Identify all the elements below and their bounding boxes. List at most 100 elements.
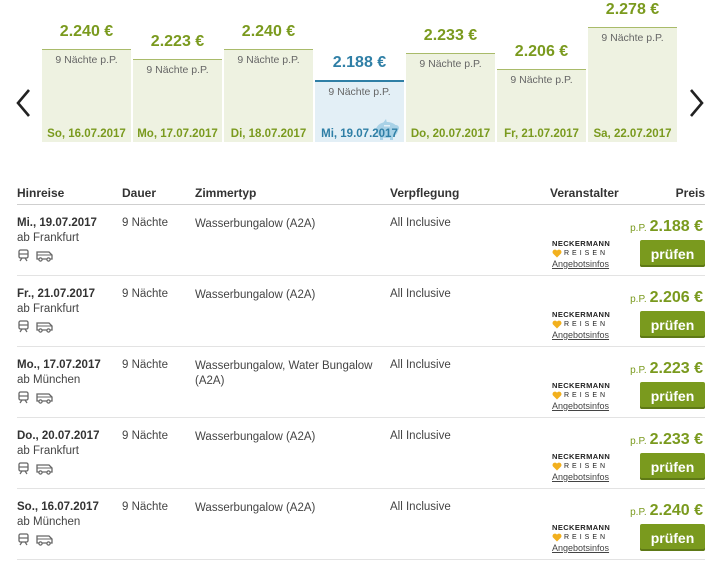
calendar-next-button[interactable] (686, 86, 708, 120)
row-duration: 9 Nächte (122, 501, 169, 513)
offer-info-link[interactable]: Angebotsinfos (552, 259, 622, 269)
row-board-type: All Inclusive (390, 430, 451, 442)
check-offer-button[interactable]: prüfen (640, 240, 705, 267)
operator-logo[interactable]: NECKERMANN REISEN Angebotsinfos (552, 523, 622, 553)
train-icon (18, 462, 29, 475)
header-preis: Preis (675, 186, 705, 200)
row-duration: 9 Nächte (122, 288, 169, 300)
calendar-day-price: 2.233 € (423, 27, 478, 44)
row-departure-airport: ab Frankfurt (17, 445, 79, 457)
offer-info-link[interactable]: Angebotsinfos (552, 543, 622, 553)
calendar-day[interactable]: 2.206 € 9 Nächte p.P. Fr, 21.07.2017 (497, 43, 586, 142)
check-offer-button[interactable]: prüfen (640, 524, 705, 551)
chevron-right-icon (690, 89, 704, 117)
calendar-day-price: 2.223 € (150, 33, 205, 50)
row-duration: 9 Nächte (122, 359, 169, 371)
row-transfer-icons (17, 320, 54, 333)
row-transfer-icons (17, 533, 54, 546)
check-offer-button[interactable]: prüfen (640, 311, 705, 338)
operator-logo[interactable]: NECKERMANN REISEN Angebotsinfos (552, 452, 622, 482)
calendar-day-note: 9 Nächte p.P. (55, 54, 118, 66)
calendar-day[interactable]: 2.240 € 9 Nächte p.P. So, 16.07.2017 (42, 23, 131, 142)
check-offer-button[interactable]: prüfen (640, 453, 705, 480)
price-per-person-label: p.P. (630, 436, 647, 447)
calendar-day-date: So, 16.07.2017 (47, 128, 126, 140)
operator-logo[interactable]: NECKERMANN REISEN Angebotsinfos (552, 310, 622, 340)
calendar-day[interactable]: 2.240 € 9 Nächte p.P. Di, 18.07.2017 (224, 23, 313, 142)
bus-icon (36, 464, 53, 475)
row-duration: 9 Nächte (122, 217, 169, 229)
calendar-prev-button[interactable] (12, 86, 34, 120)
calendar-day-bar: 9 Nächte p.P. So, 16.07.2017 (42, 49, 131, 142)
calendar-day-date: Mi, 19.07.2017 (321, 128, 398, 140)
price-per-person-label: p.P. (630, 365, 647, 376)
heart-icon (552, 391, 562, 400)
offer-info-link[interactable]: Angebotsinfos (552, 401, 622, 411)
calendar-day-date: Fr, 21.07.2017 (504, 128, 579, 140)
calendar-day[interactable]: 2.233 € 9 Nächte p.P. Do, 20.07.2017 (406, 27, 495, 142)
operator-sub-label: REISEN (564, 463, 609, 470)
check-offer-button[interactable]: prüfen (640, 382, 705, 409)
row-transfer-icons (17, 462, 54, 475)
operator-sub: REISEN (552, 391, 622, 400)
row-departure-airport: ab München (17, 374, 81, 386)
calendar-day-date: Do, 20.07.2017 (410, 128, 491, 140)
operator-sub-label: REISEN (564, 392, 609, 399)
calendar-day-note: 9 Nächte p.P. (601, 32, 664, 44)
row-duration: 9 Nächte (122, 430, 169, 442)
row-room-type: Wasserbungalow (A2A) (195, 502, 316, 514)
calendar-day-note: 9 Nächte p.P. (510, 74, 573, 86)
results-table: Hinreise Dauer Zimmertyp Verpflegung Ver… (17, 183, 705, 560)
calendar-day-note: 9 Nächte p.P. (419, 58, 482, 70)
price-value: 2.223 € (649, 360, 703, 377)
calendar-day[interactable]: 2.278 € 9 Nächte p.P. Sa, 22.07.2017 (588, 1, 677, 142)
calendar-day[interactable]: 2.223 € 9 Nächte p.P. Mo, 17.07.2017 (133, 33, 222, 142)
header-zimmertyp: Zimmertyp (195, 186, 257, 200)
train-icon (18, 249, 29, 262)
calendar-day-price: 2.188 € (332, 54, 387, 71)
operator-logo[interactable]: NECKERMANN REISEN Angebotsinfos (552, 239, 622, 269)
train-icon (18, 320, 29, 333)
row-departure-airport: ab Frankfurt (17, 232, 79, 244)
operator-name: NECKERMANN (552, 452, 611, 461)
row-price: p.P. 2.188 € (630, 218, 703, 236)
row-price: p.P. 2.240 € (630, 502, 703, 520)
table-row: Fr., 21.07.2017 ab Frankfurt 9 Nächte Wasse… (17, 276, 705, 347)
table-header: Hinreise Dauer Zimmertyp Verpflegung Ver… (17, 183, 705, 205)
table-row: Mo., 17.07.2017 ab München 9 Nächte Wasserb… (17, 347, 705, 418)
header-hinreise: Hinreise (17, 186, 65, 200)
operator-sub: REISEN (552, 320, 622, 329)
calendar-day-note: 9 Nächte p.P. (146, 64, 209, 76)
price-value: 2.188 € (649, 218, 703, 235)
calendar-day-price: 2.240 € (241, 23, 296, 40)
price-per-person-label: p.P. (630, 294, 647, 305)
operator-sub-label: REISEN (564, 250, 609, 257)
calendar-day-bar: 9 Nächte p.P. Sa, 22.07.2017 (588, 27, 677, 142)
calendar-day-bar: 9 Nächte p.P. Mo, 17.07.2017 (133, 59, 222, 142)
table-row: Mi., 19.07.2017 ab Frankfurt 9 Nächte Wasse… (17, 205, 705, 276)
calendar-day-date: Sa, 22.07.2017 (593, 128, 672, 140)
offer-info-link[interactable]: Angebotsinfos (552, 330, 622, 340)
calendar-day-note: 9 Nächte p.P. (237, 54, 300, 66)
row-board-type: All Inclusive (390, 501, 451, 513)
operator-sub: REISEN (552, 249, 622, 258)
price-value: 2.240 € (649, 502, 703, 519)
operator-sub-label: REISEN (564, 321, 609, 328)
row-departure-date: Mi., 19.07.2017 (17, 217, 97, 229)
heart-icon (552, 533, 562, 542)
calendar-day-bar: 9 Nächte p.P. Di, 18.07.2017 (224, 49, 313, 142)
operator-name: NECKERMANN (552, 523, 611, 532)
heart-icon (552, 249, 562, 258)
calendar-day[interactable]: 2.188 € 9 Nächte p.P. Mi, 19.07.2017 (315, 54, 404, 142)
row-departure-date: Fr., 21.07.2017 (17, 288, 96, 300)
calendar-day-price: 2.240 € (59, 23, 114, 40)
heart-icon (552, 320, 562, 329)
operator-name: NECKERMANN (552, 381, 611, 390)
offer-info-link[interactable]: Angebotsinfos (552, 472, 622, 482)
chevron-left-icon (16, 89, 30, 117)
operator-sub: REISEN (552, 462, 622, 471)
row-departure-airport: ab Frankfurt (17, 303, 79, 315)
calendar-day-bar: 9 Nächte p.P. Fr, 21.07.2017 (497, 69, 586, 142)
operator-logo[interactable]: NECKERMANN REISEN Angebotsinfos (552, 381, 622, 411)
row-price: p.P. 2.223 € (630, 360, 703, 378)
